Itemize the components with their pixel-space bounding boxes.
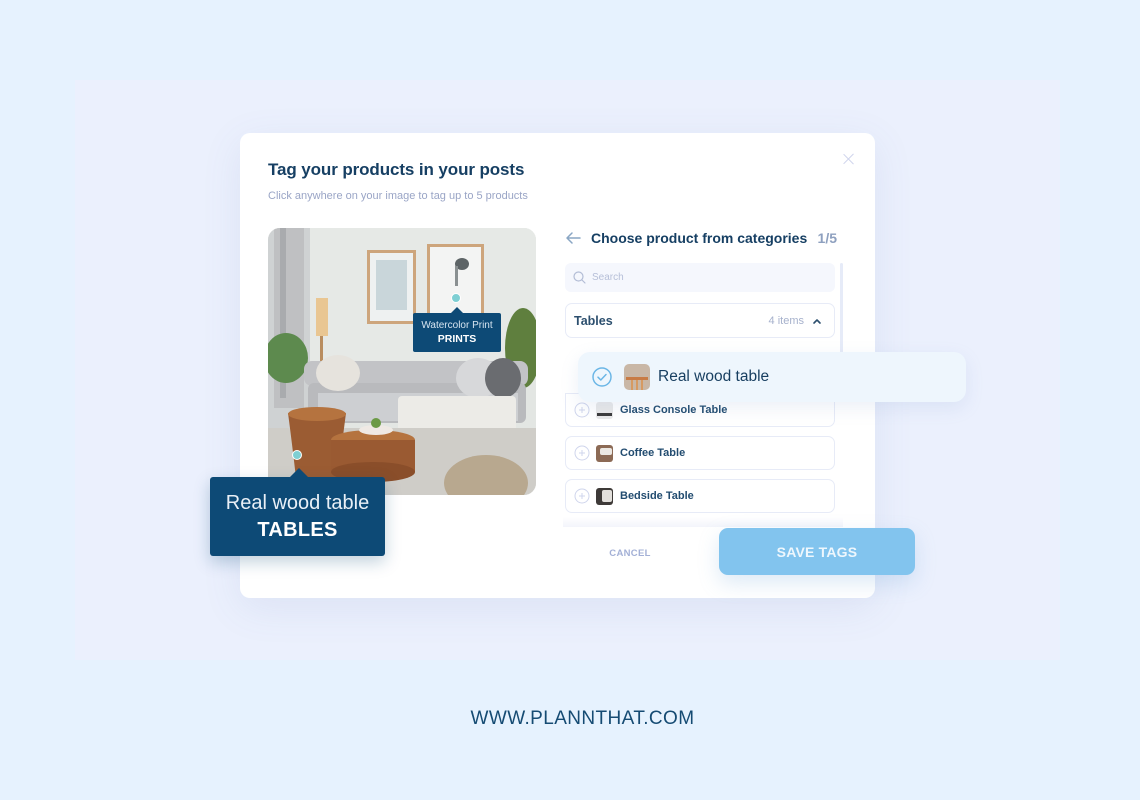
product-thumbnail: [596, 401, 613, 419]
category-name: Tables: [574, 313, 613, 328]
tag-product-name: Watercolor Print: [421, 320, 493, 331]
living-room-photo: [268, 228, 536, 495]
product-item[interactable]: Bedside Table: [565, 479, 835, 513]
tag-label-real-wood-table[interactable]: Real wood table TABLES: [210, 468, 385, 556]
tag-product-name: Real wood table: [225, 492, 370, 514]
product-name: Coffee Table: [620, 447, 686, 459]
product-item[interactable]: Coffee Table: [565, 436, 835, 470]
cancel-button[interactable]: CANCEL: [600, 545, 660, 561]
add-circle-icon[interactable]: [574, 445, 590, 461]
scrollbar[interactable]: [840, 263, 843, 353]
arrow-left-icon[interactable]: [565, 231, 581, 245]
close-icon[interactable]: [840, 150, 858, 168]
panel-header: Choose product from categories 1/5: [565, 228, 837, 248]
product-thumbnail: [596, 444, 613, 462]
modal-subtitle: Click anywhere on your image to tag up t…: [268, 190, 528, 202]
tag-count: 1/5: [817, 230, 837, 246]
category-tables[interactable]: Tables 4 items: [565, 303, 835, 338]
search-icon: [573, 271, 586, 284]
tag-category: TABLES: [257, 519, 338, 541]
category-item-count: 4 items: [768, 314, 804, 327]
tag-label-watercolor-print[interactable]: Watercolor Print PRINTS: [413, 307, 501, 352]
add-circle-icon[interactable]: [574, 402, 590, 418]
search-box[interactable]: [565, 263, 835, 292]
tag-category: PRINTS: [437, 333, 477, 345]
search-input[interactable]: [592, 272, 812, 283]
hotspot-real-wood-table[interactable]: [292, 450, 302, 460]
modal-title: Tag your products in your posts: [268, 160, 525, 179]
hotspot-watercolor-print[interactable]: [451, 293, 461, 303]
list-fade: [563, 517, 843, 527]
post-image[interactable]: [268, 228, 536, 495]
selected-product-name: Real wood table: [658, 368, 770, 385]
check-circle-icon[interactable]: [592, 367, 612, 387]
product-thumbnail: [624, 364, 650, 390]
save-tags-button[interactable]: SAVE TAGS: [719, 528, 915, 575]
website-url: WWW.PLANNTHAT.COM: [470, 708, 695, 729]
selected-product-card[interactable]: Real wood table: [578, 352, 966, 402]
chevron-up-icon[interactable]: [812, 317, 822, 325]
panel-title: Choose product from categories: [591, 230, 808, 246]
product-thumbnail: [596, 487, 613, 505]
add-circle-icon[interactable]: [574, 488, 590, 504]
product-name: Bedside Table: [620, 490, 694, 502]
product-name: Glass Console Table: [620, 404, 728, 416]
